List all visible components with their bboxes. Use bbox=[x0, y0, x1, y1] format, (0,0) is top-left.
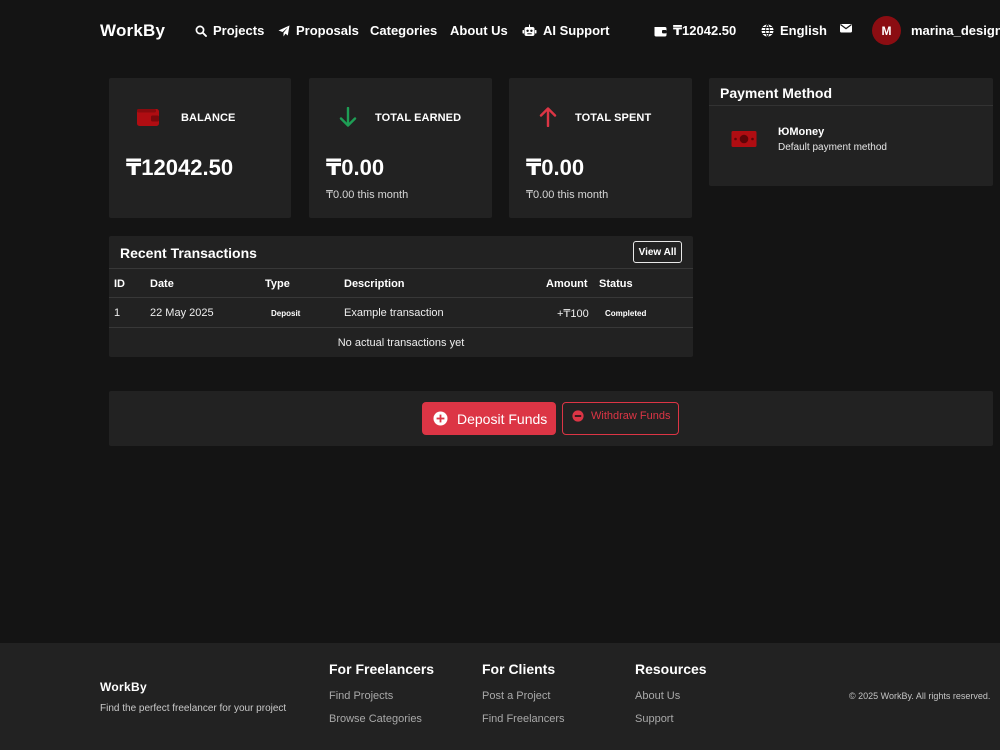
brand-logo[interactable]: WorkBy bbox=[100, 21, 165, 41]
nav-categories-label: Categories bbox=[370, 23, 438, 38]
column-header-amount: Amount bbox=[546, 278, 588, 290]
wallet-balance-text: ₸12042.50 bbox=[673, 23, 737, 38]
username[interactable]: marina_design bbox=[911, 23, 1000, 38]
status-badge: Completed bbox=[605, 309, 647, 318]
divider bbox=[709, 105, 993, 106]
total-spent-label: TOTAL SPENT bbox=[575, 112, 652, 124]
nav-about-label: About Us bbox=[450, 23, 508, 38]
row-description: Example transaction bbox=[344, 307, 444, 319]
wallet-icon bbox=[654, 26, 667, 36]
total-earned-card: TOTAL EARNED ₸0.00 ₸0.00 this month bbox=[309, 78, 492, 218]
nav-proposals[interactable]: Proposals bbox=[278, 23, 359, 38]
footer: WorkBy Find the perfect freelancer for y… bbox=[0, 643, 1000, 750]
nav-projects[interactable]: Projects bbox=[195, 23, 264, 38]
withdraw-funds-label: Withdraw Funds bbox=[591, 410, 671, 422]
column-header-status: Status bbox=[599, 278, 633, 290]
total-earned-value: ₸0.00 bbox=[326, 155, 385, 180]
footer-copyright: © 2025 WorkBy. All rights reserved. bbox=[849, 691, 991, 701]
footer-brand: WorkBy bbox=[100, 680, 147, 694]
row-date: 22 May 2025 bbox=[150, 307, 214, 319]
arrow-up-icon bbox=[535, 106, 561, 128]
footer-heading-resources: Resources bbox=[635, 661, 707, 677]
balance-card: BALANCE ₸12042.50 bbox=[109, 78, 291, 218]
column-header-type: Type bbox=[265, 278, 290, 290]
plus-circle-icon bbox=[433, 411, 448, 426]
empty-transactions-message: No actual transactions yet bbox=[337, 337, 465, 349]
row-amount: +₸100 bbox=[557, 308, 589, 320]
arrow-down-icon bbox=[335, 106, 361, 128]
footer-link-about-us[interactable]: About Us bbox=[635, 690, 680, 702]
total-spent-value: ₸0.00 bbox=[526, 155, 585, 180]
minus-circle-icon bbox=[572, 410, 584, 422]
nav-proposals-label: Proposals bbox=[296, 23, 359, 38]
payment-method-title: Payment Method bbox=[720, 85, 833, 101]
divider bbox=[109, 327, 693, 328]
wallet-balance-link[interactable]: ₸12042.50 bbox=[654, 23, 736, 39]
language-label: English bbox=[780, 23, 827, 38]
globe-icon bbox=[761, 24, 774, 37]
row-id: 1 bbox=[114, 307, 121, 319]
total-spent-monthly: ₸0.00 this month bbox=[526, 189, 609, 201]
total-earned-monthly: ₸0.00 this month bbox=[326, 189, 409, 201]
payment-method-card: Payment Method ЮMoney Default payment me… bbox=[709, 78, 993, 186]
transactions-title: Recent Transactions bbox=[120, 245, 257, 261]
messages-link[interactable] bbox=[840, 23, 852, 33]
footer-tagline: Find the perfect freelancer for your pro… bbox=[100, 703, 287, 714]
nav-about-us[interactable]: About Us bbox=[450, 23, 508, 38]
search-icon bbox=[195, 25, 207, 37]
footer-link-browse-categories[interactable]: Browse Categories bbox=[329, 713, 422, 725]
robot-icon bbox=[522, 24, 537, 36]
recent-transactions-panel: Recent Transactions View All ID Date Typ… bbox=[109, 236, 693, 357]
column-header-description: Description bbox=[344, 278, 405, 290]
language-selector[interactable]: English bbox=[761, 23, 827, 38]
nav-projects-label: Projects bbox=[213, 23, 265, 38]
withdraw-funds-button[interactable]: Withdraw Funds bbox=[562, 402, 679, 435]
money-bill-icon bbox=[731, 130, 757, 153]
envelope-icon bbox=[840, 24, 852, 33]
nav-ai-support-label: AI Support bbox=[543, 23, 610, 38]
total-earned-label: TOTAL EARNED bbox=[375, 112, 462, 124]
footer-heading-clients: For Clients bbox=[482, 661, 556, 677]
footer-heading-freelancers: For Freelancers bbox=[329, 661, 435, 677]
balance-value: ₸12042.50 bbox=[126, 155, 234, 180]
deposit-funds-button[interactable]: Deposit Funds bbox=[422, 402, 556, 435]
balance-label: BALANCE bbox=[181, 112, 236, 124]
footer-link-support[interactable]: Support bbox=[635, 713, 674, 725]
top-navbar: WorkBy Projects Proposals Categories Abo… bbox=[0, 0, 1000, 62]
payment-method-name: ЮMoney bbox=[778, 126, 825, 138]
footer-link-find-projects[interactable]: Find Projects bbox=[329, 690, 393, 702]
nav-ai-support[interactable]: AI Support bbox=[522, 23, 609, 38]
nav-categories[interactable]: Categories bbox=[370, 23, 437, 38]
avatar[interactable]: M bbox=[872, 16, 901, 45]
view-all-button[interactable]: View All bbox=[633, 241, 682, 263]
divider bbox=[109, 268, 693, 269]
column-header-date: Date bbox=[150, 278, 174, 290]
send-icon bbox=[278, 25, 290, 36]
payment-method-description: Default payment method bbox=[778, 142, 887, 153]
footer-link-find-freelancers[interactable]: Find Freelancers bbox=[482, 713, 565, 725]
divider bbox=[109, 297, 693, 298]
row-type-badge: Deposit bbox=[271, 309, 301, 318]
deposit-funds-label: Deposit Funds bbox=[457, 410, 548, 427]
total-spent-card: TOTAL SPENT ₸0.00 ₸0.00 this month bbox=[509, 78, 692, 218]
wallet-icon bbox=[135, 106, 161, 128]
footer-link-post-project[interactable]: Post a Project bbox=[482, 690, 550, 702]
column-header-id: ID bbox=[114, 278, 125, 290]
